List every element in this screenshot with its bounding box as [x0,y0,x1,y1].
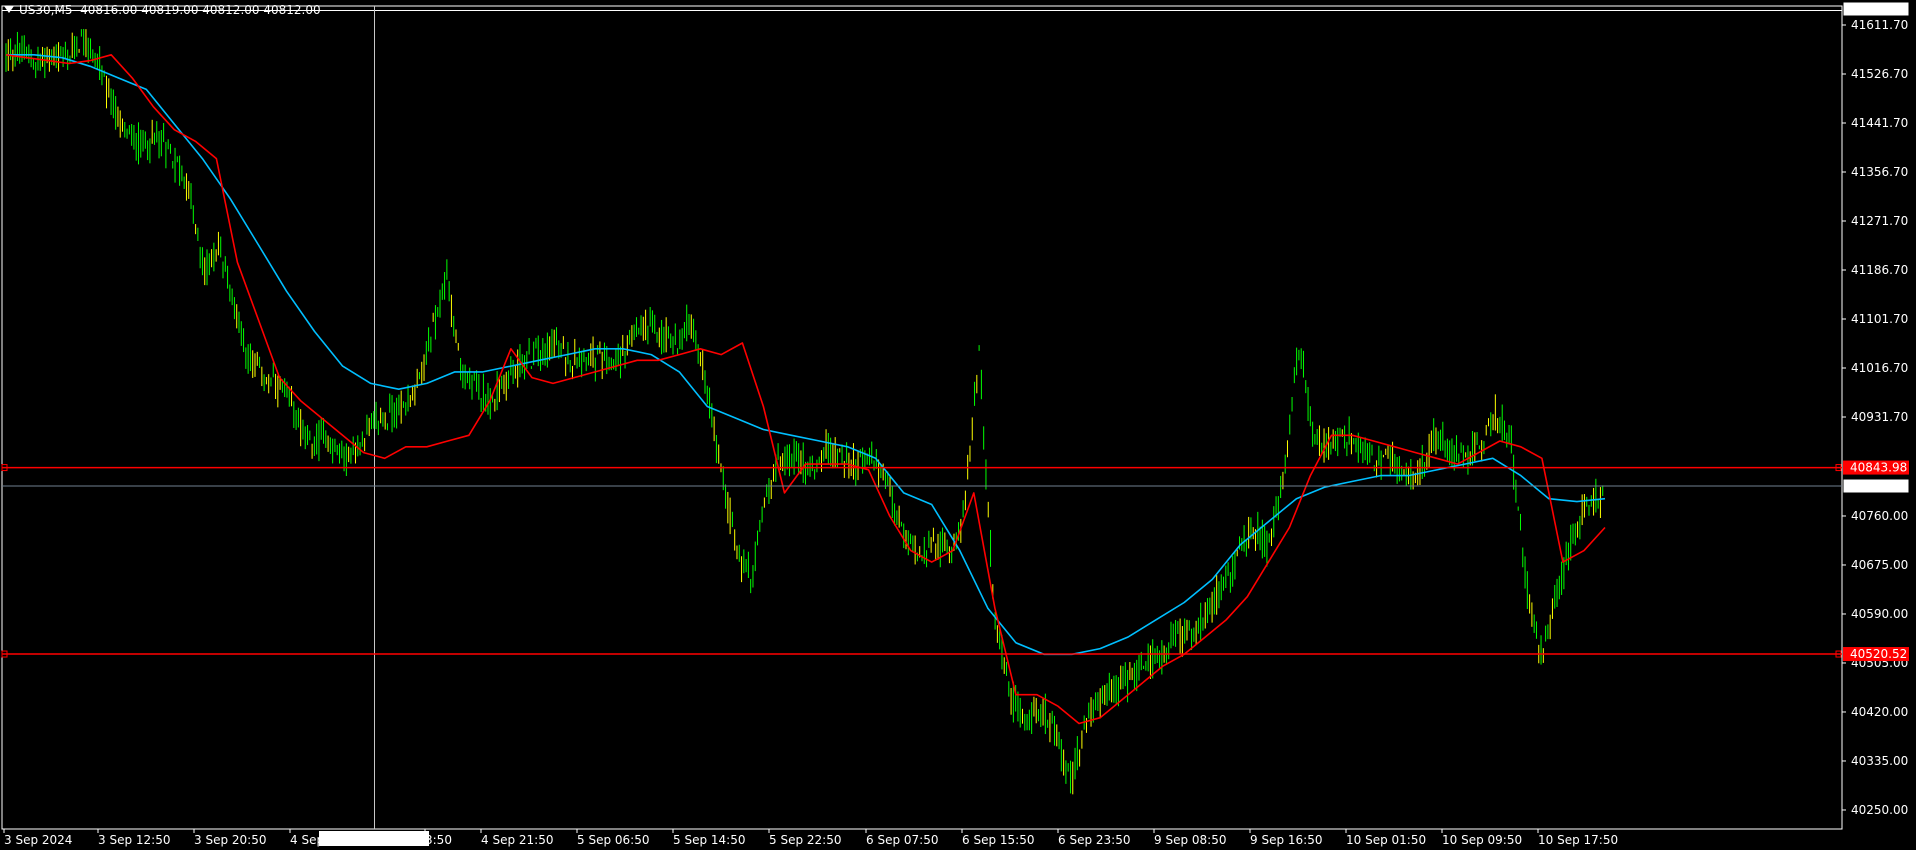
y-tick-label: 41356.70 [1851,165,1908,179]
y-tick-label: 40250.00 [1851,803,1908,817]
y-tick-label: 41271.70 [1851,214,1908,228]
x-tick-label: 3 Sep 20:50 [194,833,266,847]
x-tick-label: 10 Sep 17:50 [1538,833,1618,847]
y-tick-label: 41526.70 [1851,67,1908,81]
x-tick-label: 5 Sep 14:50 [673,833,745,847]
x-tick-label: 9 Sep 08:50 [1154,833,1226,847]
x-tick-label: 6 Sep 07:50 [866,833,938,847]
symbol-label: US30,M5 [19,3,73,17]
chart-background [0,0,1916,850]
bid-price-label: 40812.00 [1850,479,1907,493]
y-tick-label: 40590.00 [1851,607,1908,621]
chart-header: US30,M5 40816.00 40819.00 40812.00 40812… [4,3,321,17]
ohlc-label: 40816.00 40819.00 40812.00 40812.00 [80,3,321,17]
upper-level-price-label: 40843.98 [1850,461,1907,475]
x-tick-label: 5 Sep 22:50 [769,833,841,847]
y-tick-label: 41611.70 [1851,18,1908,32]
x-tick-label: 3 Sep 12:50 [98,833,170,847]
collapse-triangle-icon[interactable] [4,6,14,13]
y-tick-label: 41101.70 [1851,312,1908,326]
x-tick-label: 6 Sep 15:50 [962,833,1034,847]
top-price-label: 41635.57 [1850,2,1907,16]
x-tick-label: 3 Sep 2024 [4,833,72,847]
y-tick-label: 41016.70 [1851,361,1908,375]
y-tick-label: 41186.70 [1851,263,1908,277]
x-tick-label: 10 Sep 01:50 [1346,833,1426,847]
y-tick-label: 40335.00 [1851,754,1908,768]
x-tick-label: 10 Sep 09:50 [1442,833,1522,847]
y-tick-label: 40760.00 [1851,509,1908,523]
y-tick-label: 40675.00 [1851,558,1908,572]
x-tick-label: 5 Sep 06:50 [577,833,649,847]
x-tick-label: 4 Sep 21:50 [481,833,553,847]
x-tick-label: 9 Sep 16:50 [1250,833,1322,847]
lower-level-price-label: 40520.52 [1850,647,1907,661]
y-tick-label: 40420.00 [1851,705,1908,719]
x-tick-label: 4 Sep [290,833,324,847]
price-chart[interactable]: 41611.70 41526.70 41441.70 41356.70 41271.70… [0,0,1916,850]
crosshair-time-label: 2024.09.04 12:45 [322,832,429,846]
y-tick-label: 40931.70 [1851,410,1908,424]
y-tick-label: 41441.70 [1851,116,1908,130]
x-tick-label: 6 Sep 23:50 [1058,833,1130,847]
